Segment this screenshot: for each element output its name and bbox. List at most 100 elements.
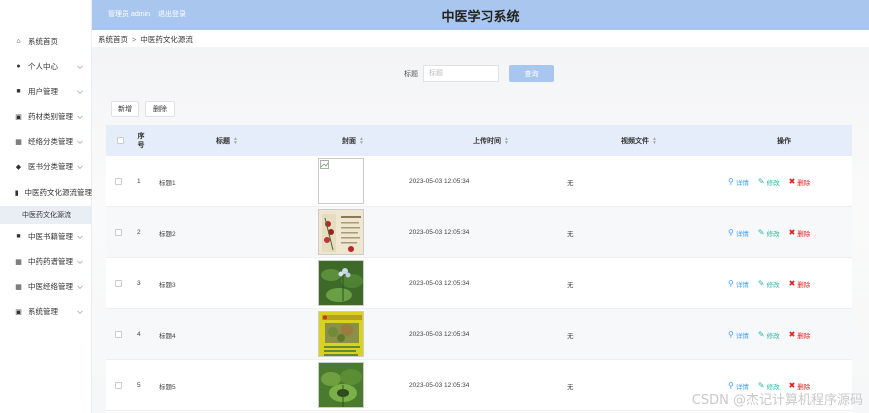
delete-label: 删除: [797, 332, 811, 340]
sort-icon: ▲ ▼: [504, 135, 509, 146]
sort-icon: ▲ ▼: [652, 135, 657, 146]
detail-label: 详情: [735, 332, 749, 340]
sidebar-item-label: 中医书籍管理: [28, 232, 73, 241]
delete-button[interactable]: ✖ 删除: [789, 177, 811, 187]
sidebar-item-herb-category[interactable]: ▣ 药材类别管理: [0, 104, 92, 129]
row-video-file: 无: [567, 230, 574, 238]
cover-image-green-plant: [318, 260, 364, 306]
delete-button[interactable]: ✖ 删除: [789, 330, 811, 340]
user-icon: ●: [16, 63, 21, 70]
delete-button[interactable]: ✖ 删除: [789, 228, 811, 238]
row-video-file: 无: [567, 332, 574, 340]
row-title: 标题2: [159, 230, 176, 238]
column-header-title[interactable]: 标题 ▲ ▼: [202, 125, 252, 156]
sidebar-item-user-management[interactable]: ■ 用户管理: [0, 79, 92, 104]
batch-delete-button[interactable]: 删除: [145, 101, 175, 117]
table-row: 1 标题1 2023-05-03 12:05:34 无 ⚲ 详情 ✎ 修改 ✖ 删除: [106, 156, 852, 207]
sidebar-item-home[interactable]: ⌂ 系统首页: [0, 29, 92, 54]
row-actions: ⚲ 详情 ✎ 修改 ✖ 删除: [728, 156, 819, 207]
detail-label: 详情: [735, 230, 749, 238]
row-video-file: 无: [567, 281, 574, 289]
sidebar-item-label: 中药药谱管理: [28, 257, 73, 266]
row-checkbox[interactable]: [115, 178, 122, 185]
detail-button[interactable]: ⚲ 详情: [728, 330, 749, 340]
sidebar-item-culture-origin[interactable]: ▮ 中医药文化源流管理: [0, 180, 92, 205]
sidebar-subitem-culture-origin[interactable]: 中医药文化源流: [0, 206, 92, 224]
column-header-video-file-label: 视频文件: [621, 137, 650, 145]
sidebar-subitem-label: 中医药文化源流: [22, 212, 71, 219]
breadcrumb-home[interactable]: 系统首页: [98, 35, 128, 44]
edit-button[interactable]: ✎ 修改: [758, 228, 780, 238]
row-video-file: 无: [567, 383, 574, 391]
detail-button[interactable]: ⚲ 详情: [728, 177, 749, 187]
chevron-down-icon: [77, 232, 83, 239]
herb-chart-thumbnail: [319, 210, 363, 254]
row-index: 3: [137, 280, 141, 287]
delete-label: 删除: [797, 179, 811, 187]
row-index: 1: [137, 178, 141, 185]
green-plant-thumbnail: [319, 261, 363, 305]
sidebar-item-book-category[interactable]: ◆ 医书分类管理: [0, 154, 92, 179]
column-header-title-label: 标题: [216, 137, 231, 145]
search-button[interactable]: 查询: [509, 65, 554, 82]
column-header-operation: 操作: [766, 125, 802, 156]
column-header-cover-label: 封面: [342, 137, 357, 145]
pencil-icon: ✎: [757, 279, 765, 288]
add-button[interactable]: 新增: [111, 101, 139, 117]
detail-button[interactable]: ⚲ 详情: [728, 228, 749, 238]
column-header-index-line2: 号: [137, 141, 145, 149]
table-row: 2 标题2 2023-05-03 12:05:34 无 ⚲ 详情 ✎ 修改 ✖ 删除: [106, 207, 852, 258]
row-title: 标题5: [159, 383, 176, 391]
detail-button[interactable]: ⚲ 详情: [728, 279, 749, 289]
sidebar-item-system[interactable]: ▣ 系统管理: [0, 299, 92, 324]
row-upload-time: 2023-05-03 12:05:34: [409, 382, 470, 389]
column-header-video-file[interactable]: 视频文件 ▲ ▼: [606, 125, 672, 156]
sidebar-item-herb-recipe[interactable]: ▦ 中药药谱管理: [0, 249, 92, 274]
close-icon: ✖: [788, 228, 796, 237]
column-header-index-line1: 序: [137, 132, 145, 140]
row-index: 5: [137, 382, 141, 389]
edit-button[interactable]: ✎ 修改: [758, 177, 780, 187]
edit-button[interactable]: ✎ 修改: [758, 330, 780, 340]
edit-label: 修改: [766, 281, 780, 289]
row-checkbox[interactable]: [115, 280, 122, 287]
delete-button[interactable]: ✖ 删除: [789, 279, 811, 289]
system-title: 中医学习系统: [441, 9, 520, 24]
column-header-cover[interactable]: 封面 ▲ ▼: [328, 125, 378, 156]
sidebar-item-books[interactable]: ■ 中医书籍管理: [0, 224, 92, 249]
data-table: 序 号 标题 ▲ ▼ 封面 ▲ ▼ 上传时间 ▲ ▼ 视频文件 ▲ ▼ 操作 1 标题1 202…: [106, 125, 852, 413]
row-checkbox[interactable]: [115, 229, 122, 236]
row-checkbox[interactable]: [115, 382, 122, 389]
row-title: 标题3: [159, 281, 176, 289]
select-all-cell: [112, 125, 128, 156]
title-search-input[interactable]: [423, 65, 499, 82]
sidebar-item-label: 经络分类管理: [28, 137, 73, 146]
row-actions: ⚲ 详情 ✎ 修改 ✖ 删除: [728, 207, 819, 258]
row-upload-time: 2023-05-03 12:05:34: [409, 178, 470, 185]
sidebar-item-personal-center[interactable]: ● 个人中心: [0, 54, 92, 79]
row-upload-time: 2023-05-03 12:05:34: [409, 280, 470, 287]
chevron-down-icon: [77, 282, 83, 289]
edit-label: 修改: [766, 179, 780, 187]
row-actions: ⚲ 详情 ✎ 修改 ✖ 删除: [728, 309, 819, 360]
row-checkbox[interactable]: [115, 331, 122, 338]
column-header-upload-time[interactable]: 上传时间 ▲ ▼: [451, 125, 531, 156]
row-title: 标题4: [159, 332, 176, 340]
row-checkbox-cell: [115, 309, 122, 360]
book-icon: ■: [16, 233, 21, 240]
row-title: 标题1: [159, 179, 176, 187]
edit-button[interactable]: ✎ 修改: [758, 279, 780, 289]
row-checkbox-cell: [115, 207, 122, 258]
close-icon: ✖: [788, 330, 796, 339]
breadcrumb: 系统首页 > 中医药文化源流: [98, 34, 193, 45]
close-icon: ✖: [788, 177, 796, 186]
select-all-checkbox[interactable]: [116, 137, 124, 144]
settings-icon: ▣: [15, 308, 22, 316]
search-icon: ⚲: [728, 279, 734, 288]
grid-icon: ▦: [15, 258, 22, 266]
close-icon: ✖: [788, 279, 796, 288]
sidebar-item-label: 用户管理: [28, 87, 58, 96]
location-icon: ◆: [15, 163, 22, 171]
sidebar-item-meridian[interactable]: ▦ 中医经络管理: [0, 274, 92, 299]
sidebar-item-meridian-category[interactable]: ▦ 经络分类管理: [0, 129, 92, 154]
